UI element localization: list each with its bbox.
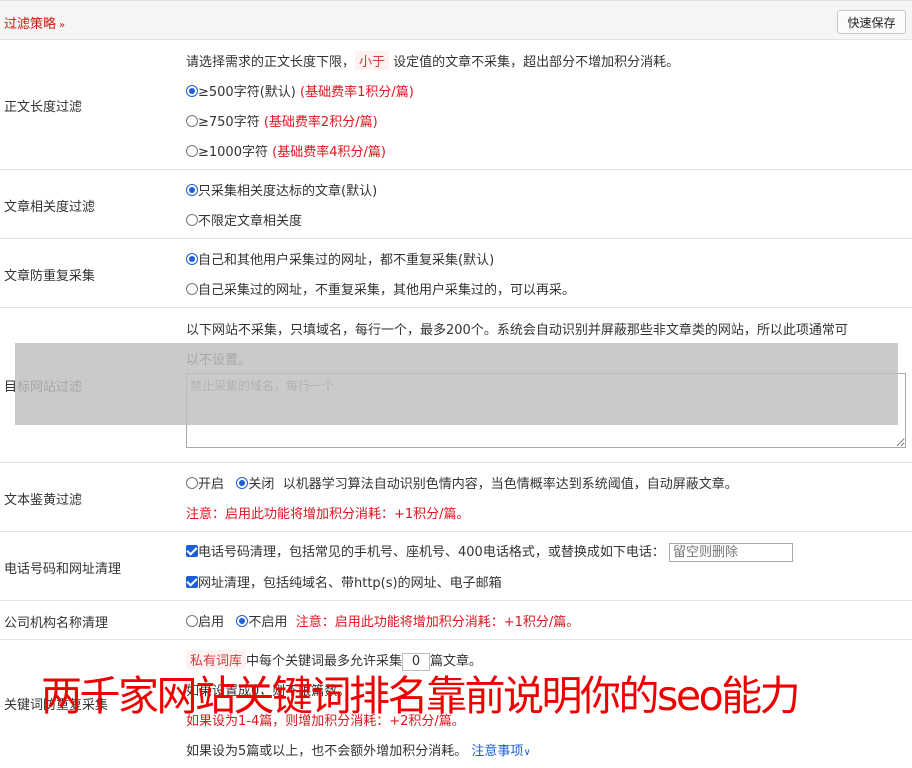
- radio-selected-icon[interactable]: [236, 615, 249, 627]
- dup-option-label: 自己和其他用户采集过的网址，都不重复采集(默认): [198, 253, 495, 268]
- length-option-label: ≥1000字符: [198, 145, 268, 160]
- length-filter-row: 正文长度过滤 请选择需求的正文长度下限， 小于 设定值的文章不采集，超出部分不增加…: [0, 40, 912, 170]
- keyword-dup-line4: 如果设为5篇或以上，也不会额外增加积分消耗。 注意事项∨: [186, 740, 531, 759]
- phone-clean-option: 电话号码清理，包括常见的手机号、座机号、400电话格式，或替换成如下电话：: [186, 541, 793, 562]
- porn-option-off[interactable]: 关闭: [236, 477, 274, 492]
- relevance-option-label: 只采集相关度达标的文章(默认): [198, 184, 378, 199]
- site-filter-desc-1: 以下网站不采集，只填域名，每行一个，最多200个。系统会自动识别并屏蔽那些非文章…: [186, 323, 848, 338]
- org-clean-label: 公司机构名称清理: [4, 616, 109, 631]
- url-clean-text: 网址清理，包括纯域名、带http(s)的网址、电子邮箱: [198, 576, 502, 591]
- porn-filter-label: 文本鉴黄过滤: [4, 493, 83, 508]
- porn-filter-note: 注意：启用此功能将增加积分消耗：+1积分/篇。: [186, 507, 470, 522]
- length-desc-post: 设定值的文章不采集，超出部分不增加积分消耗。: [393, 55, 680, 70]
- dup-filter-label: 文章防重复采集: [4, 269, 96, 284]
- site-filter-row: 目标网站过滤 以下网站不采集，只填域名，每行一个，最多200个。系统会自动识别并…: [0, 308, 912, 463]
- length-option-rate: (基础费率2积分/篇): [263, 115, 378, 130]
- watermark-text: 两千家网站关键词排名靠前说明你的seo能力: [41, 672, 801, 720]
- dup-option-all[interactable]: 自己和其他用户采集过的网址，都不重复采集(默认): [186, 249, 494, 268]
- radio-icon[interactable]: [186, 477, 198, 489]
- radio-selected-icon[interactable]: [236, 477, 249, 489]
- radio-icon[interactable]: [186, 145, 198, 157]
- length-filter-label: 正文长度过滤: [4, 100, 83, 115]
- length-option-label: ≥500字符(默认): [198, 85, 296, 100]
- org-off-label: 不启用: [248, 615, 288, 630]
- radio-icon[interactable]: [186, 283, 198, 295]
- porn-option-on[interactable]: 开启: [186, 477, 224, 492]
- notes-link[interactable]: 注意事项: [471, 744, 523, 759]
- relevance-option-label: 不限定文章相关度: [198, 214, 303, 229]
- keyword-dup-line4-text: 如果设为5篇或以上，也不会额外增加积分消耗。: [186, 744, 468, 759]
- less-than-badge: 小于: [355, 51, 390, 70]
- replacement-phone-input[interactable]: [668, 543, 793, 562]
- checkbox-checked-icon[interactable]: [186, 576, 198, 588]
- org-clean-options: 启用 不启用 注意：启用此功能将增加积分消耗：+1积分/篇。: [186, 611, 579, 630]
- length-filter-desc: 请选择需求的正文长度下限， 小于 设定值的文章不采集，超出部分不增加积分消耗。: [186, 51, 679, 70]
- dup-option-self[interactable]: 自己采集过的网址，不重复采集，其他用户采集过的，可以再采。: [186, 279, 575, 298]
- dup-filter-row: 文章防重复采集 自己和其他用户采集过的网址，都不重复采集(默认) 自己采集过的网…: [0, 239, 912, 308]
- relevance-option-unlimited[interactable]: 不限定文章相关度: [186, 210, 302, 229]
- phone-clean-row: 电话号码和网址清理 电话号码清理，包括常见的手机号、座机号、400电话格式，或替…: [0, 532, 912, 601]
- dup-option-label: 自己采集过的网址，不重复采集，其他用户采集过的，可以再采。: [198, 283, 576, 298]
- length-option-label: ≥750字符: [198, 115, 260, 130]
- porn-filter-desc: 以机器学习算法自动识别色情内容，当色情概率达到系统阈值，自动屏蔽文章。: [282, 477, 738, 492]
- relevance-filter-label: 文章相关度过滤: [4, 200, 96, 215]
- org-clean-row: 公司机构名称清理 启用 不启用 注意：启用此功能将增加积分消耗：+1积分/篇。: [0, 601, 912, 640]
- phone-clean-label: 电话号码和网址清理: [4, 562, 122, 577]
- blocked-domains-textarea[interactable]: [186, 373, 906, 448]
- length-option-750[interactable]: ≥750字符 (基础费率2积分/篇): [186, 111, 378, 130]
- section-title[interactable]: 过滤策略»: [4, 13, 65, 32]
- org-clean-note: 注意：启用此功能将增加积分消耗：+1积分/篇。: [295, 615, 580, 630]
- org-option-off[interactable]: 不启用: [236, 615, 287, 630]
- site-filter-desc-2: 以不设置。: [186, 353, 252, 368]
- filter-strategy-header: 过滤策略» 快速保存: [0, 0, 912, 40]
- phone-clean-text: 电话号码清理，包括常见的手机号、座机号、400电话格式，或替换成如下电话：: [198, 545, 665, 560]
- section-title-text: 过滤策略: [4, 17, 57, 32]
- length-option-rate: (基础费率4积分/篇): [272, 145, 386, 160]
- relevance-option-qualified[interactable]: 只采集相关度达标的文章(默认): [186, 180, 377, 199]
- radio-icon[interactable]: [186, 115, 198, 127]
- quick-save-button[interactable]: 快速保存: [837, 10, 906, 34]
- site-filter-label: 目标网站过滤: [4, 380, 83, 395]
- radio-selected-icon[interactable]: [186, 85, 198, 97]
- chevron-down-icon: »: [59, 20, 66, 31]
- porn-filter-row: 文本鉴黄过滤 开启 关闭 以机器学习算法自动识别色情内容，当色情概率达到系统阈值…: [0, 463, 912, 532]
- org-on-label: 启用: [198, 615, 225, 630]
- url-clean-option: 网址清理，包括纯域名、带http(s)的网址、电子邮箱: [186, 572, 502, 591]
- radio-selected-icon[interactable]: [186, 184, 198, 196]
- chevron-down-icon[interactable]: ∨: [523, 747, 530, 758]
- porn-filter-options: 开启 关闭 以机器学习算法自动识别色情内容，当色情概率达到系统阈值，自动屏蔽文章…: [186, 473, 738, 492]
- length-option-rate: (基础费率1积分/篇): [300, 85, 414, 100]
- porn-off-label: 关闭: [248, 477, 275, 492]
- radio-icon[interactable]: [186, 214, 198, 226]
- length-desc-pre: 请选择需求的正文长度下限，: [186, 55, 356, 70]
- radio-icon[interactable]: [186, 615, 198, 627]
- radio-selected-icon[interactable]: [186, 253, 198, 265]
- length-option-500[interactable]: ≥500字符(默认) (基础费率1积分/篇): [186, 81, 414, 100]
- org-option-on[interactable]: 启用: [186, 615, 224, 630]
- relevance-filter-row: 文章相关度过滤 只采集相关度达标的文章(默认) 不限定文章相关度: [0, 170, 912, 239]
- length-option-1000[interactable]: ≥1000字符 (基础费率4积分/篇): [186, 141, 386, 160]
- porn-on-label: 开启: [198, 477, 225, 492]
- checkbox-checked-icon[interactable]: [186, 545, 198, 557]
